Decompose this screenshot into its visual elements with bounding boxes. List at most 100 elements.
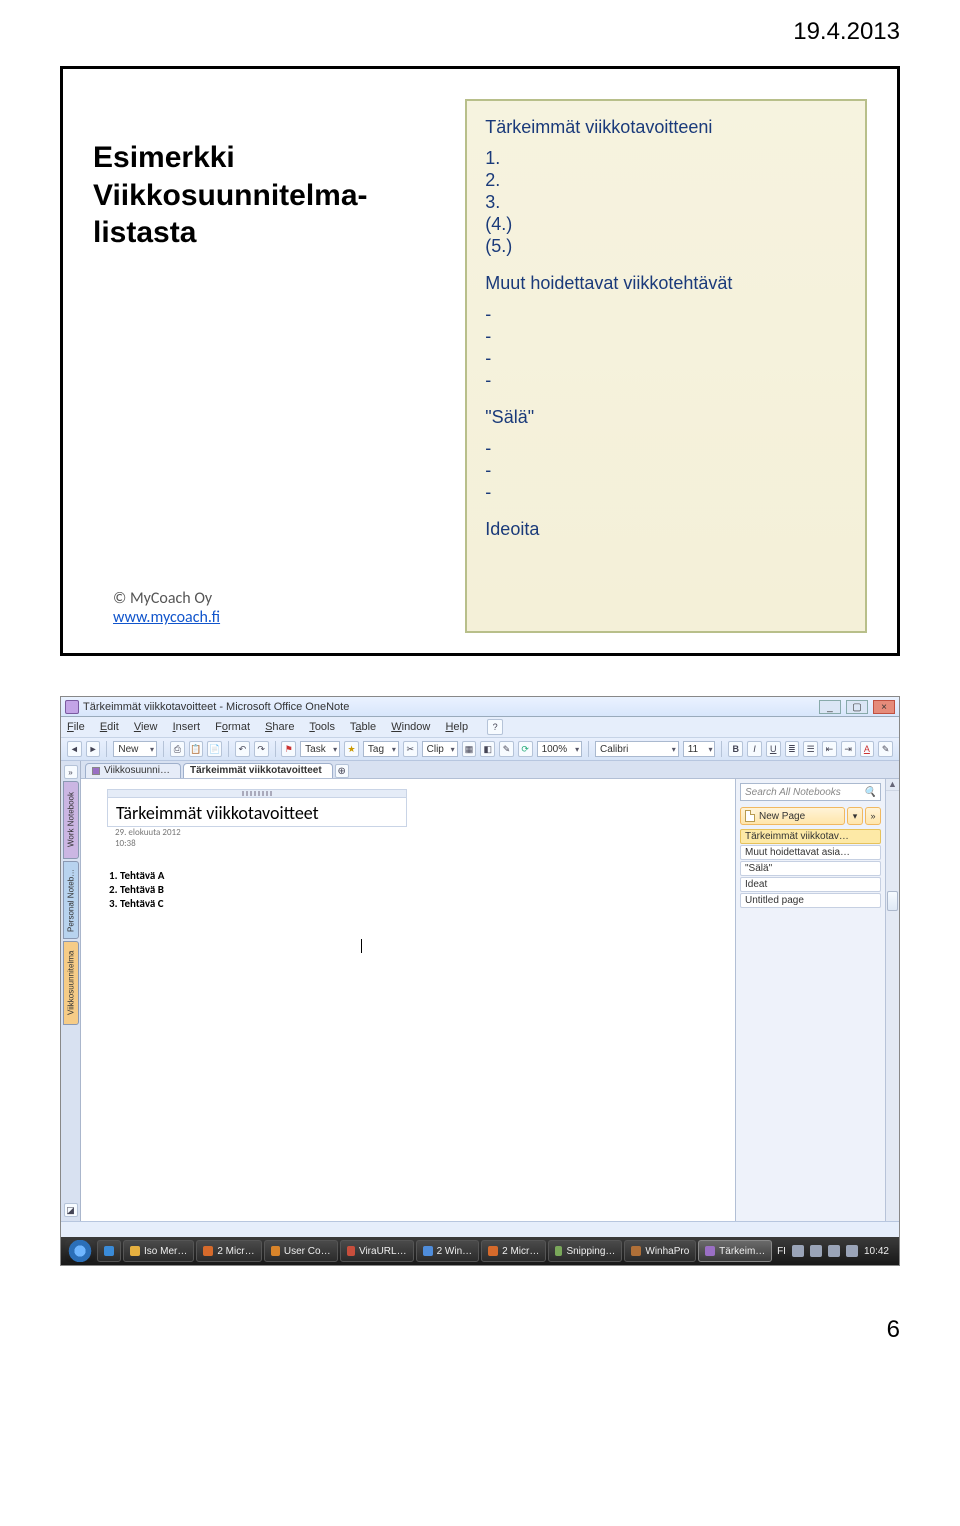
main-column: Viikkosuunni… Tärkeimmät viikkotavoittee… [81,761,899,1221]
bold-button[interactable]: B [728,741,743,757]
tray-icon[interactable] [828,1245,840,1257]
search-input[interactable]: Search All Notebooks 🔍 [740,783,881,801]
refresh-icon[interactable]: ⟳ [518,741,533,757]
language-indicator[interactable]: FI [777,1246,786,1257]
menu-help[interactable]: Help [445,721,468,733]
vertical-scrollbar[interactable]: ▲ [885,779,899,1221]
help-icon[interactable]: ? [487,719,503,735]
taskbar-app-ie[interactable] [97,1240,121,1262]
goal-3: 3. [485,192,847,213]
minimize-button[interactable]: _ [819,700,841,714]
note-tasks[interactable]: 1. Tehtävä A 2. Tehtävä B 3. Tehtävä C [107,869,723,910]
new-button[interactable]: New [113,741,157,757]
taskbar-app-onenote[interactable]: Tärkeim… [698,1240,772,1262]
page-item-2[interactable]: Muut hoidettavat asia… [740,845,881,860]
close-button[interactable]: × [873,700,895,714]
taskbar-app-1[interactable]: Iso Mer… [123,1240,194,1262]
menu-view[interactable]: View [134,721,158,733]
notebook-tab-work[interactable]: Work Notebook [63,781,79,859]
page-item-5[interactable]: Untitled page [740,893,881,908]
menu-edit[interactable]: Edit [100,721,119,733]
fontsize-combo[interactable]: 11 [683,741,716,757]
font-combo[interactable]: Calibri [595,741,679,757]
insert-icon[interactable]: ◧ [480,741,495,757]
separator [275,741,276,757]
scroll-up-icon[interactable]: ▲ [886,779,899,791]
underline-button[interactable]: U [766,741,781,757]
zoom-combo[interactable]: 100% [537,741,583,757]
page-item-3[interactable]: "Sälä" [740,861,881,876]
menubar: FFileile Edit View Insert Format Share T… [61,717,899,738]
goal-5: (5.) [485,236,847,257]
flag-icon[interactable]: ⚑ [281,741,296,757]
maximize-button[interactable]: ▢ [846,700,868,714]
fwd-button[interactable]: ► [86,741,101,757]
back-button[interactable]: ◄ [67,741,82,757]
unfiled-notes-icon[interactable]: ◪ [64,1203,78,1217]
task-row-1: 1. Tehtävä A [109,869,723,882]
numbering-icon[interactable]: ☰ [803,741,818,757]
draw-icon[interactable]: ✎ [499,741,514,757]
notebook-tab-viikko[interactable]: Viikkosuunnitelma [63,941,79,1025]
taskbar-app-6[interactable]: 2 Micr… [481,1240,546,1262]
goals-heading: Tärkeimmät viikkotavoitteeni [485,117,847,138]
start-button[interactable] [65,1240,95,1262]
new-page-more[interactable]: » [865,807,881,825]
volume-icon[interactable] [846,1245,858,1257]
menu-tools[interactable]: Tools [309,721,335,733]
scissors-icon[interactable]: ✂ [403,741,418,757]
print-icon[interactable]: ⎙ [170,741,185,757]
section-tab-1[interactable]: Viikkosuunni… [85,763,181,778]
table-icon[interactable]: ▦ [462,741,477,757]
bullets-icon[interactable]: ≣ [785,741,800,757]
tag-button[interactable]: Tag [363,741,399,757]
copyright-link[interactable]: www.mycoach.fi [113,608,220,627]
menu-share[interactable]: Share [265,721,294,733]
menu-insert[interactable]: Insert [173,721,201,733]
tray-icon[interactable] [810,1245,822,1257]
highlight-icon[interactable]: ✎ [878,741,893,757]
task-3: - [485,348,847,369]
taskbar-app-2[interactable]: 2 Micr… [196,1240,261,1262]
paste-icon[interactable]: 📄 [207,741,222,757]
taskbar-app-5[interactable]: 2 Win… [416,1240,480,1262]
task-1: - [485,304,847,325]
notebook-tab-personal[interactable]: Personal Noteb… [63,861,79,939]
star-icon[interactable]: ★ [344,741,359,757]
note-title[interactable]: Tärkeimmät viikkotavoitteet [108,798,406,826]
expand-rail-button[interactable]: » [64,765,78,779]
container-grip-icon[interactable] [108,790,406,798]
menu-window[interactable]: Window [391,721,430,733]
page-pane: Search All Notebooks 🔍 New Page ▾ » Tärk… [735,779,885,1221]
menu-table[interactable]: Table [350,721,376,733]
note-time: 10:38 [107,838,723,855]
new-page-button[interactable]: New Page [740,807,845,825]
window-title: Tärkeimmät viikkotavoitteet - Microsoft … [83,701,349,713]
add-section-button[interactable]: ⊕ [335,764,349,778]
clip-button[interactable]: Clip [422,741,458,757]
taskbar-app-8[interactable]: WinhaPro [624,1240,696,1262]
clipboard-icon[interactable]: 📋 [189,741,204,757]
taskbar-app-4[interactable]: ViraURL… [340,1240,414,1262]
page-surface[interactable]: Tärkeimmät viikkotavoitteet 29. elokuuta… [81,779,735,1221]
note-title-container[interactable]: Tärkeimmät viikkotavoitteet [107,789,407,827]
tray-icon[interactable] [792,1245,804,1257]
new-page-dropdown[interactable]: ▾ [847,807,863,825]
outdent-icon[interactable]: ⇤ [822,741,837,757]
clock[interactable]: 10:42 [864,1246,889,1257]
taskbar-app-7[interactable]: Snipping… [548,1240,622,1262]
redo-icon[interactable]: ↷ [254,741,269,757]
italic-button[interactable]: I [747,741,762,757]
section-tab-2[interactable]: Tärkeimmät viikkotavoitteet [183,763,333,778]
undo-icon[interactable]: ↶ [235,741,250,757]
page-item-4[interactable]: Ideat [740,877,881,892]
scroll-thumb[interactable] [887,891,898,911]
menu-file[interactable]: FFileile [67,721,85,733]
menu-format[interactable]: Format [215,721,250,733]
slide1-title-l3: listasta [93,214,441,252]
fontcolor-icon[interactable]: A [860,741,875,757]
task-button[interactable]: Task [300,741,340,757]
taskbar-app-3[interactable]: User Co… [264,1240,338,1262]
page-item-1[interactable]: Tärkeimmät viikkotav… [740,829,881,844]
indent-icon[interactable]: ⇥ [841,741,856,757]
